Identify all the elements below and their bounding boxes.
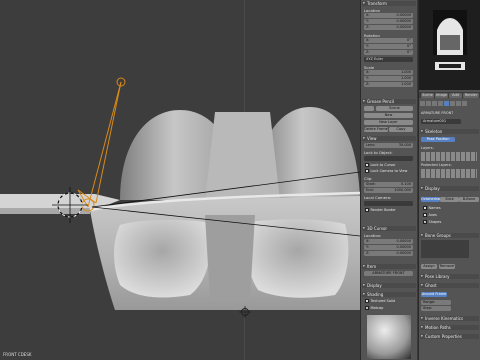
ghost-range-field[interactable]: Range: (421, 300, 451, 305)
object-context-icon[interactable] (438, 101, 443, 106)
new-layer-button[interactable]: New Layer (364, 120, 413, 125)
lock-to-object-label: Lock to Object: (364, 150, 393, 155)
display-stick-button[interactable]: Stick (440, 197, 459, 202)
matcap-checkbox[interactable]: ✓ Matcap (365, 306, 383, 310)
layers-label: Layers: (421, 146, 434, 150)
display-panel-header[interactable]: Display (362, 283, 416, 288)
location-x-field[interactable]: X: 0.00000 (364, 13, 413, 18)
textured-solid-checkbox[interactable]: Textured Solid (365, 299, 395, 303)
grease-scene-button[interactable]: Scene (376, 106, 413, 111)
properties-editor: Scene Image Add Render ARMATURE FRONT Ar… (418, 0, 480, 360)
properties-tabs: Scene Image Add Render (419, 92, 480, 98)
clip-end-field[interactable]: End: 1000.000 (364, 188, 413, 193)
motion-paths-header[interactable]: Motion Paths (420, 325, 479, 330)
copy-button[interactable]: Copy (389, 127, 413, 132)
pose-library-header[interactable]: Pose Library (420, 274, 479, 279)
armature[interactable] (77, 77, 126, 212)
constraints-context-icon[interactable] (456, 101, 461, 106)
display-bbone-button[interactable]: B-Bone (459, 197, 479, 202)
lock-object-select[interactable] (364, 156, 413, 161)
tab-scene[interactable]: Scene (421, 92, 434, 98)
scale-z-field[interactable]: Z: 1.000 (364, 82, 413, 87)
rotation-z-field[interactable]: Z: 0° (364, 50, 413, 55)
inverse-kinematics-header[interactable]: Inverse Kinematics (420, 316, 479, 321)
scale-y-field[interactable]: Y: 1.000 (364, 76, 413, 81)
armature-bone[interactable] (87, 81, 122, 208)
bone-groups-list[interactable] (421, 240, 469, 258)
render-context-icon[interactable] (420, 101, 425, 106)
around-frame-button[interactable]: Around Frame (421, 292, 447, 297)
protected-layer-grid[interactable] (421, 169, 477, 178)
render-border-checkbox[interactable]: Render Border (365, 208, 396, 212)
grease-new-button[interactable]: New (364, 113, 413, 118)
world-context-icon[interactable] (432, 101, 437, 106)
properties-shelf: Transform Location X:0.00000 Y:0.00000 Z… (360, 0, 417, 360)
grease-scene-toggle[interactable] (364, 106, 374, 111)
tab-render[interactable]: Render (463, 92, 479, 98)
cursor-y-field[interactable]: Y: 0.00000 (364, 245, 413, 250)
lens-field[interactable]: Lens: 35.000 (364, 143, 413, 148)
layer-grid[interactable] (421, 152, 477, 161)
egg-cup-left (114, 219, 210, 298)
rotation-y-field[interactable]: Y: 0° (364, 44, 413, 49)
context-icons (420, 101, 480, 106)
scale-x-field[interactable]: X: 1.000 (364, 70, 413, 75)
shading-panel-header[interactable]: Shading (362, 292, 416, 297)
axes-checkbox[interactable]: Axes (423, 213, 437, 217)
armature-name-field[interactable]: Armature001 (421, 119, 461, 124)
cursor-x-field[interactable]: X: 0.00000 (364, 239, 413, 244)
clip-label: Clip: (364, 176, 373, 181)
display-octahedral-button[interactable]: Octahedral (421, 197, 440, 202)
display-header[interactable]: Display (420, 186, 479, 191)
ghost-header[interactable]: Ghost (420, 283, 479, 288)
shapes-checkbox[interactable]: ✓ Shapes (423, 220, 441, 224)
names-checkbox[interactable]: Names (423, 206, 441, 210)
remove-button[interactable]: Remove (439, 264, 455, 269)
item-panel-header[interactable]: Item (362, 264, 416, 269)
3d-cursor-icon[interactable] (52, 187, 88, 223)
cursor-location-label: Location: (364, 233, 382, 238)
carton-divider-lower (205, 215, 255, 300)
tab-add[interactable]: Add (449, 92, 462, 98)
lock-camera-checkbox[interactable]: Lock Camera to View (365, 169, 407, 173)
location-z-field[interactable]: Z: 0.00000 (364, 25, 413, 30)
carton-divider (205, 112, 280, 200)
location-y-field[interactable]: Y: 0.00000 (364, 19, 413, 24)
blender-window: FRONT CDESK Transform Location X:0.00000… (0, 0, 480, 360)
custom-properties-header[interactable]: Custom Properties (420, 334, 479, 339)
cursor-z-field[interactable]: Z: 0.00000 (364, 251, 413, 256)
clip-start-field[interactable]: Start: 0.100 (364, 182, 413, 187)
protected-layers-label: Protected Layers: (421, 163, 452, 167)
3d-viewport[interactable]: FRONT CDESK (0, 0, 360, 360)
bone-context-icon[interactable] (450, 101, 455, 106)
lock-to-cursor-checkbox[interactable]: Lock to Cursor (365, 163, 396, 167)
item-name-field[interactable]: ARMATURE FRONT (364, 271, 413, 276)
skeleton-header[interactable]: Skeleton (420, 129, 479, 134)
rotation-mode-select[interactable]: XYZ Euler (364, 57, 413, 62)
data-context-icon[interactable] (462, 101, 467, 106)
grease-pencil-header[interactable]: Grease Pencil (362, 99, 416, 104)
local-camera-select[interactable] (364, 201, 413, 206)
tab-image[interactable]: Image (435, 92, 448, 98)
bone-groups-header[interactable]: Bone Groups (420, 233, 479, 238)
armature-context-icon[interactable] (444, 101, 449, 106)
egg-carton-scene (0, 77, 360, 318)
viewport-label: FRONT CDESK (3, 352, 32, 357)
pose-position-button[interactable]: Pose Position (421, 137, 455, 142)
rotation-x-field[interactable]: X: 0° (364, 38, 413, 43)
local-camera-label: Local Camera: (364, 195, 392, 200)
egg-cup-right (246, 219, 349, 298)
transform-panel-header[interactable]: Transform (362, 1, 416, 6)
scene-context-icon[interactable] (426, 101, 431, 106)
delete-frame-button[interactable]: Delete Frame (364, 127, 388, 132)
armature-object-label: ARMATURE FRONT (421, 111, 454, 115)
ghost-step-field[interactable]: Step: (421, 306, 451, 311)
render-preview (419, 0, 480, 90)
3d-cursor-header[interactable]: 3D Cursor (362, 226, 416, 231)
view-panel-header[interactable]: View (362, 136, 416, 141)
matcap-preview[interactable] (367, 315, 411, 359)
assign-button[interactable]: Assign (421, 264, 437, 269)
